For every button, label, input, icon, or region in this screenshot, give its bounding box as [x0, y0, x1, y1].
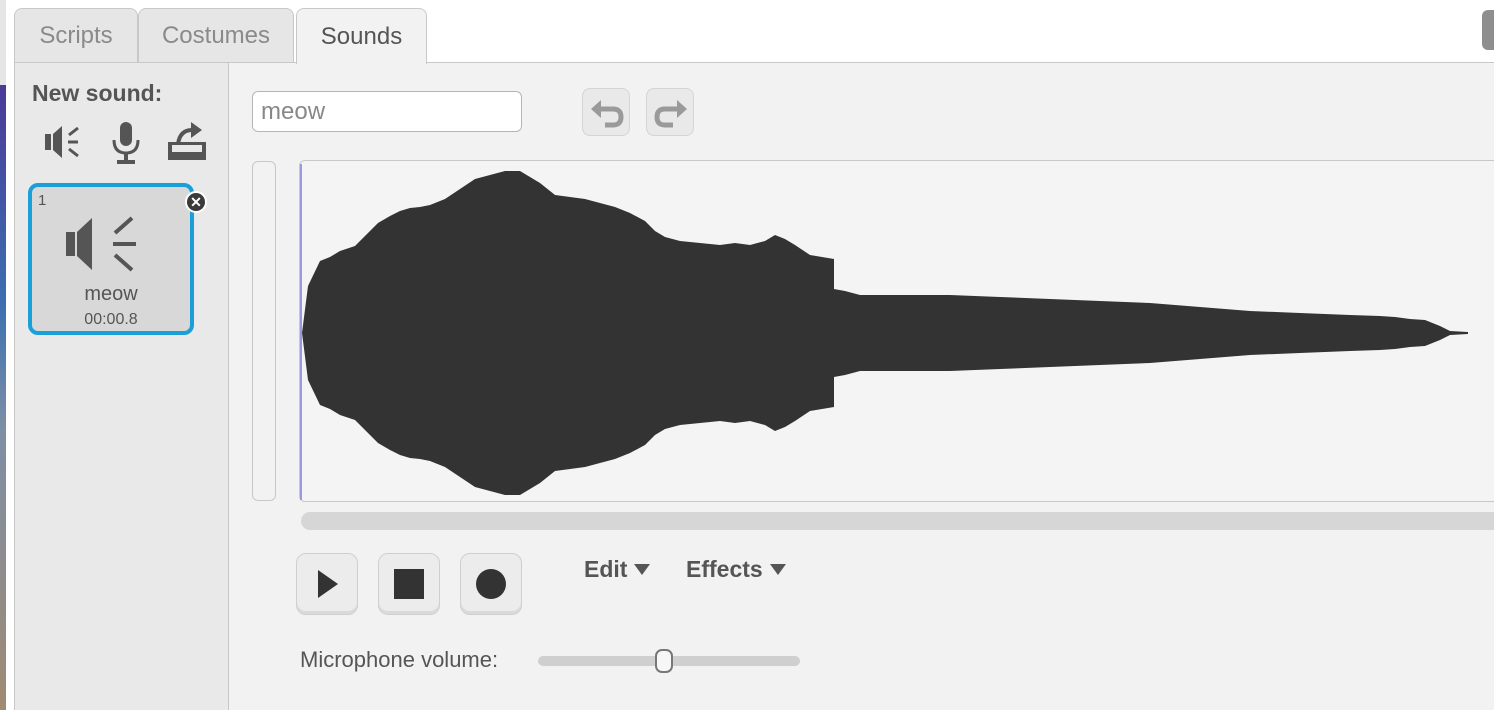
undo-icon [591, 100, 624, 128]
tab-scripts[interactable]: Scripts [14, 8, 138, 62]
tab-scripts-label: Scripts [39, 21, 113, 49]
tab-sounds[interactable]: Sounds [296, 8, 427, 64]
play-icon [318, 570, 338, 598]
undo-button[interactable] [582, 88, 630, 136]
stage-edge [0, 0, 6, 710]
edit-menu-label: Edit [584, 556, 628, 582]
microphone-volume-knob[interactable] [655, 649, 674, 673]
effects-menu[interactable]: Effects [686, 556, 786, 583]
new-sound-label: New sound: [32, 80, 163, 106]
record-icon [476, 569, 506, 599]
close-icon: ✕ [190, 193, 202, 210]
caret-down-icon [769, 564, 786, 575]
sound-item-name: meow [84, 283, 138, 305]
stop-button[interactable] [378, 553, 440, 615]
play-button[interactable] [296, 553, 358, 615]
sound-item-duration: 00:00.8 [84, 311, 138, 328]
redo-icon [654, 100, 687, 128]
microphone-icon[interactable] [102, 118, 150, 166]
waveform-shape [302, 171, 1468, 495]
edit-menu[interactable]: Edit [584, 556, 651, 583]
volume-zoom-bar[interactable] [252, 161, 276, 501]
stage-preview-edge [0, 85, 6, 710]
playhead-cursor [300, 164, 302, 500]
microphone-volume-label: Microphone volume: [300, 647, 499, 672]
tab-costumes-label: Costumes [161, 21, 271, 49]
tab-sounds-label: Sounds [320, 22, 403, 50]
redo-button[interactable] [646, 88, 694, 136]
stop-icon [394, 569, 424, 599]
tab-costumes[interactable]: Costumes [138, 8, 294, 62]
waveform-view[interactable] [299, 160, 1494, 502]
sound-library-icon[interactable] [42, 118, 90, 166]
effects-menu-label: Effects [686, 556, 763, 582]
speaker-icon [66, 216, 136, 272]
sound-item-number: 1 [38, 192, 47, 209]
waveform-graphic [302, 171, 1468, 495]
sound-name-input[interactable] [252, 91, 522, 132]
horizontal-scrollbar[interactable] [301, 512, 1494, 530]
record-button[interactable] [460, 553, 522, 615]
fullscreen-toggle-button[interactable] [1482, 10, 1494, 50]
upload-icon[interactable] [164, 118, 212, 166]
delete-sound-button[interactable]: ✕ [185, 191, 207, 213]
caret-down-icon [634, 564, 651, 575]
